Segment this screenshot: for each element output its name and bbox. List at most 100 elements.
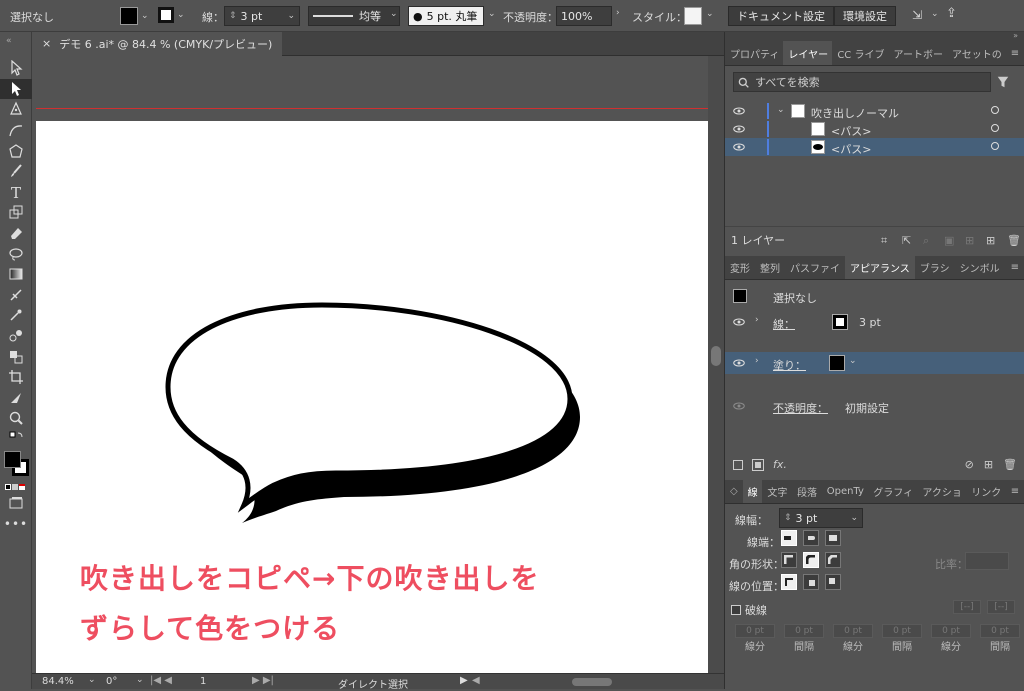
- brush-select[interactable]: ● 5 pt. 丸筆: [408, 6, 484, 26]
- tab-properties[interactable]: プロパティ: [725, 41, 783, 65]
- chevron-down-icon[interactable]: ⌄: [136, 675, 144, 685]
- pen-tool-icon[interactable]: [0, 99, 32, 120]
- tab-artboards[interactable]: アートボー: [889, 41, 947, 65]
- align-center-button[interactable]: [781, 574, 797, 590]
- fx-icon[interactable]: fx.: [773, 458, 787, 471]
- profile-select[interactable]: 均等: [308, 6, 400, 26]
- preferences-button[interactable]: 環境設定: [834, 6, 896, 26]
- dash-field[interactable]: 0 pt: [931, 624, 971, 638]
- curvature-tool-icon[interactable]: [0, 120, 32, 141]
- gradient-mode-icon[interactable]: [12, 483, 18, 490]
- round-join-button[interactable]: [803, 552, 819, 568]
- dock-collapse-icon[interactable]: »: [725, 32, 1024, 40]
- layer-row[interactable]: <パス>: [725, 120, 1024, 138]
- horizontal-scroll-left-icon[interactable]: ◀: [472, 675, 480, 686]
- more-tools-icon[interactable]: •••: [0, 513, 32, 534]
- add-fill-icon[interactable]: [752, 458, 764, 471]
- tab-symbols[interactable]: シンボル: [955, 255, 1005, 279]
- target-icon[interactable]: [991, 106, 999, 114]
- trash-icon[interactable]: 🗑: [1003, 458, 1017, 471]
- chevron-down-icon[interactable]: ⌄: [390, 9, 398, 19]
- arrange-icon[interactable]: ⇲: [912, 8, 922, 22]
- layers-search-input[interactable]: すべてを検索: [733, 72, 991, 92]
- vertical-scrollbar[interactable]: [708, 56, 724, 673]
- stroke-label[interactable]: 線：: [773, 316, 795, 332]
- lasso-tool-icon[interactable]: [0, 243, 32, 264]
- chevron-down-icon[interactable]: ⌄: [88, 675, 96, 685]
- new-layer-icon[interactable]: ⊞: [986, 234, 997, 247]
- live-paint-tool-icon[interactable]: [0, 346, 32, 367]
- panel-menu-icon[interactable]: ≡: [1006, 255, 1024, 279]
- chevron-down-icon[interactable]: ⌄: [287, 11, 295, 21]
- zoom-value[interactable]: 84.4%: [42, 676, 74, 687]
- projecting-cap-button[interactable]: [825, 530, 841, 546]
- fill-color-swatch[interactable]: [4, 450, 21, 468]
- gradient-tool-icon[interactable]: [0, 264, 32, 285]
- direct-selection-tool-icon[interactable]: [0, 78, 32, 100]
- stepper-icon[interactable]: ⇕: [229, 11, 237, 21]
- weight-field[interactable]: ⇕ 3 pt ⌄: [779, 508, 863, 528]
- style-swatch[interactable]: [684, 7, 702, 25]
- layer-name[interactable]: 吹き出しノーマル: [811, 105, 899, 121]
- chevron-down-icon[interactable]: ⌄: [706, 9, 714, 19]
- tab-transform[interactable]: 変形: [725, 255, 755, 279]
- dashed-line-option[interactable]: 破線: [731, 602, 767, 618]
- eye-icon[interactable]: [733, 316, 745, 331]
- limit-field[interactable]: [965, 552, 1009, 570]
- target-icon[interactable]: [991, 142, 999, 150]
- round-cap-button[interactable]: [803, 530, 819, 546]
- appearance-fill-row[interactable]: › 塗り： ⌄: [725, 352, 1024, 374]
- stroke-value[interactable]: 3 pt: [859, 316, 881, 329]
- fill-swatch[interactable]: [829, 355, 845, 371]
- align-outside-button[interactable]: [825, 574, 841, 590]
- artboard-number[interactable]: 1: [200, 676, 206, 687]
- tab-paragraph[interactable]: 段落: [792, 479, 822, 503]
- gap-field[interactable]: 0 pt: [882, 624, 922, 638]
- none-mode-icon[interactable]: [19, 483, 25, 490]
- appearance-stroke-row[interactable]: › 線： 3 pt: [725, 312, 1024, 332]
- fill-color-control[interactable]: ⌄: [120, 7, 149, 25]
- chevron-down-icon[interactable]: ⌄: [849, 356, 857, 366]
- share-icon[interactable]: ⇪: [946, 6, 957, 21]
- tab-graphic-styles[interactable]: グラフィ: [868, 479, 917, 503]
- panel-menu-icon[interactable]: ≡: [1006, 479, 1024, 503]
- color-mode-buttons[interactable]: [0, 481, 31, 493]
- tab-cc-libraries[interactable]: CC ライブ: [832, 41, 888, 65]
- chevron-down-icon[interactable]: ⌄: [177, 10, 185, 20]
- bevel-join-button[interactable]: [825, 552, 841, 568]
- shape-tool-icon[interactable]: [0, 140, 32, 161]
- status-menu-icon[interactable]: ▶: [460, 675, 468, 686]
- chevron-down-icon[interactable]: ⌄: [931, 9, 939, 19]
- close-tab-icon[interactable]: ×: [42, 37, 51, 50]
- scale-tool-icon[interactable]: [0, 202, 32, 223]
- fill-label[interactable]: 塗り：: [773, 357, 806, 373]
- preserve-dash-button[interactable]: [‐‐]: [953, 600, 981, 614]
- panel-menu-icon[interactable]: ≡: [1006, 41, 1024, 65]
- new-sublayer-icon[interactable]: ⊞: [965, 234, 976, 247]
- eye-icon[interactable]: [733, 123, 745, 138]
- horizontal-scroll-thumb[interactable]: [572, 678, 612, 686]
- layer-row-selected[interactable]: <パス>: [725, 138, 1024, 156]
- chevron-right-icon[interactable]: ›: [755, 356, 759, 366]
- first-artboard-icon[interactable]: |◀ ◀: [150, 675, 172, 686]
- dash-field[interactable]: 0 pt: [833, 624, 873, 638]
- selection-tool-icon[interactable]: [0, 58, 32, 79]
- color-mode-icon[interactable]: [5, 483, 11, 490]
- collapse-icon[interactable]: «: [0, 32, 31, 58]
- rotation-value[interactable]: 0°: [106, 676, 117, 687]
- chevron-down-icon[interactable]: ⌄: [777, 105, 785, 115]
- tab-actions[interactable]: アクショ: [917, 479, 966, 503]
- search-icon[interactable]: ⌕: [923, 234, 934, 247]
- document-settings-button[interactable]: ドキュメント設定: [728, 6, 834, 26]
- type-tool-icon[interactable]: T: [0, 182, 32, 203]
- gap-field[interactable]: 0 pt: [980, 624, 1020, 638]
- tab-asset-export[interactable]: アセットの: [947, 41, 1006, 65]
- swap-colors-icon[interactable]: [0, 429, 32, 447]
- trash-icon[interactable]: 🗑: [1007, 234, 1021, 247]
- butt-cap-button[interactable]: [781, 530, 797, 546]
- crop-tool-icon[interactable]: [0, 367, 32, 388]
- chevron-down-icon[interactable]: ⌄: [850, 513, 858, 523]
- tab-align[interactable]: 整列: [755, 255, 785, 279]
- zoom-tool-icon[interactable]: [0, 408, 32, 429]
- next-artboard-icon[interactable]: ▶ ▶|: [252, 675, 274, 686]
